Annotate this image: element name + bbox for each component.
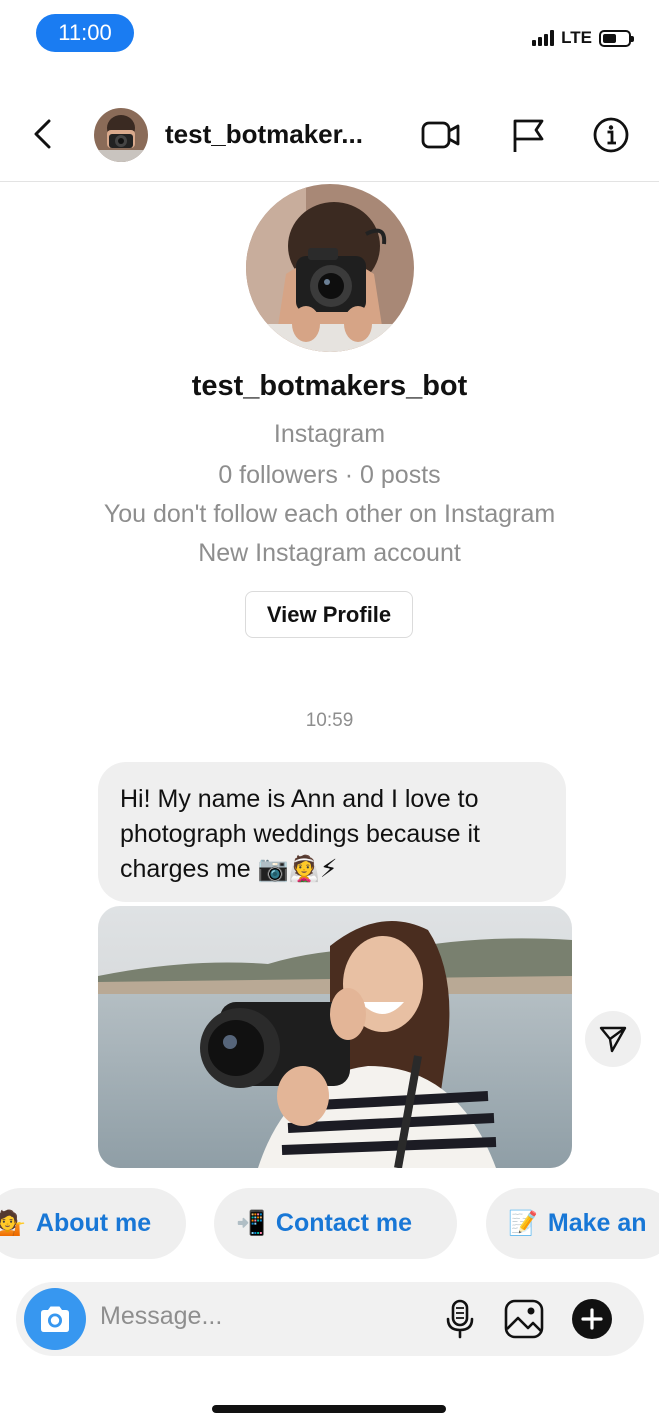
back-icon[interactable] <box>26 116 62 152</box>
profile-photo <box>246 184 414 352</box>
profile-avatar[interactable] <box>246 184 414 352</box>
message-photo[interactable] <box>98 906 572 1168</box>
header-avatar[interactable] <box>94 108 148 162</box>
share-button[interactable] <box>585 1011 641 1067</box>
profile-platform: Instagram <box>273 420 386 448</box>
quick-reply-label: Contact me <box>275 1209 413 1237</box>
profile-username: test_botmakers_bot <box>191 370 468 402</box>
message-timestamp: 10:59 <box>305 710 354 731</box>
camera-icon <box>41 1306 69 1332</box>
message-composer: Message... <box>16 1282 644 1356</box>
memo-icon: 📝 <box>508 1210 538 1237</box>
send-icon <box>599 1026 627 1053</box>
camera-button[interactable] <box>24 1288 86 1350</box>
mobile-phone-arrow-icon: 📲 <box>236 1210 266 1237</box>
follow-status: You don't follow each other on Instagram <box>103 500 556 528</box>
status-time: 11:00 <box>36 14 134 52</box>
info-icon[interactable] <box>590 116 632 154</box>
flag-icon[interactable] <box>508 116 550 154</box>
view-profile-button[interactable]: View Profile <box>245 591 413 638</box>
signal-icon <box>532 30 555 46</box>
quick-reply-label: About me <box>35 1209 152 1237</box>
header-title[interactable]: test_botmaker... <box>165 119 363 150</box>
quick-reply-label: Make an <box>547 1209 647 1237</box>
gallery-icon[interactable] <box>502 1297 546 1341</box>
video-call-icon[interactable] <box>420 116 462 154</box>
microphone-icon[interactable] <box>438 1297 482 1341</box>
status-indicators: LTE <box>532 28 634 48</box>
message-bubble[interactable]: Hi! My name is Ann and I love to photogr… <box>98 762 566 902</box>
avatar-photo <box>94 108 148 162</box>
quick-reply-about-me[interactable]: 💁 About me <box>0 1188 186 1259</box>
message-line: charges me 📷👰⚡ <box>120 855 338 883</box>
message-line: Hi! My name is Ann and I love to <box>120 785 479 813</box>
add-icon[interactable] <box>570 1297 614 1341</box>
message-line: photograph weddings because it <box>120 820 480 848</box>
quick-reply-contact-me[interactable]: 📲 Contact me <box>214 1188 457 1259</box>
person-tipping-hand-icon: 💁 <box>0 1210 26 1237</box>
chat-header: test_botmaker... <box>0 90 659 182</box>
message-input[interactable]: Message... <box>100 1302 222 1331</box>
home-indicator <box>212 1405 446 1413</box>
quick-reply-make-an[interactable]: 📝 Make an <box>486 1188 659 1259</box>
account-note: New Instagram account <box>198 539 461 567</box>
photographer-photo <box>98 906 572 1168</box>
battery-icon <box>599 29 634 47</box>
profile-stats: 0 followers · 0 posts <box>218 461 441 489</box>
network-label: LTE <box>561 28 592 47</box>
